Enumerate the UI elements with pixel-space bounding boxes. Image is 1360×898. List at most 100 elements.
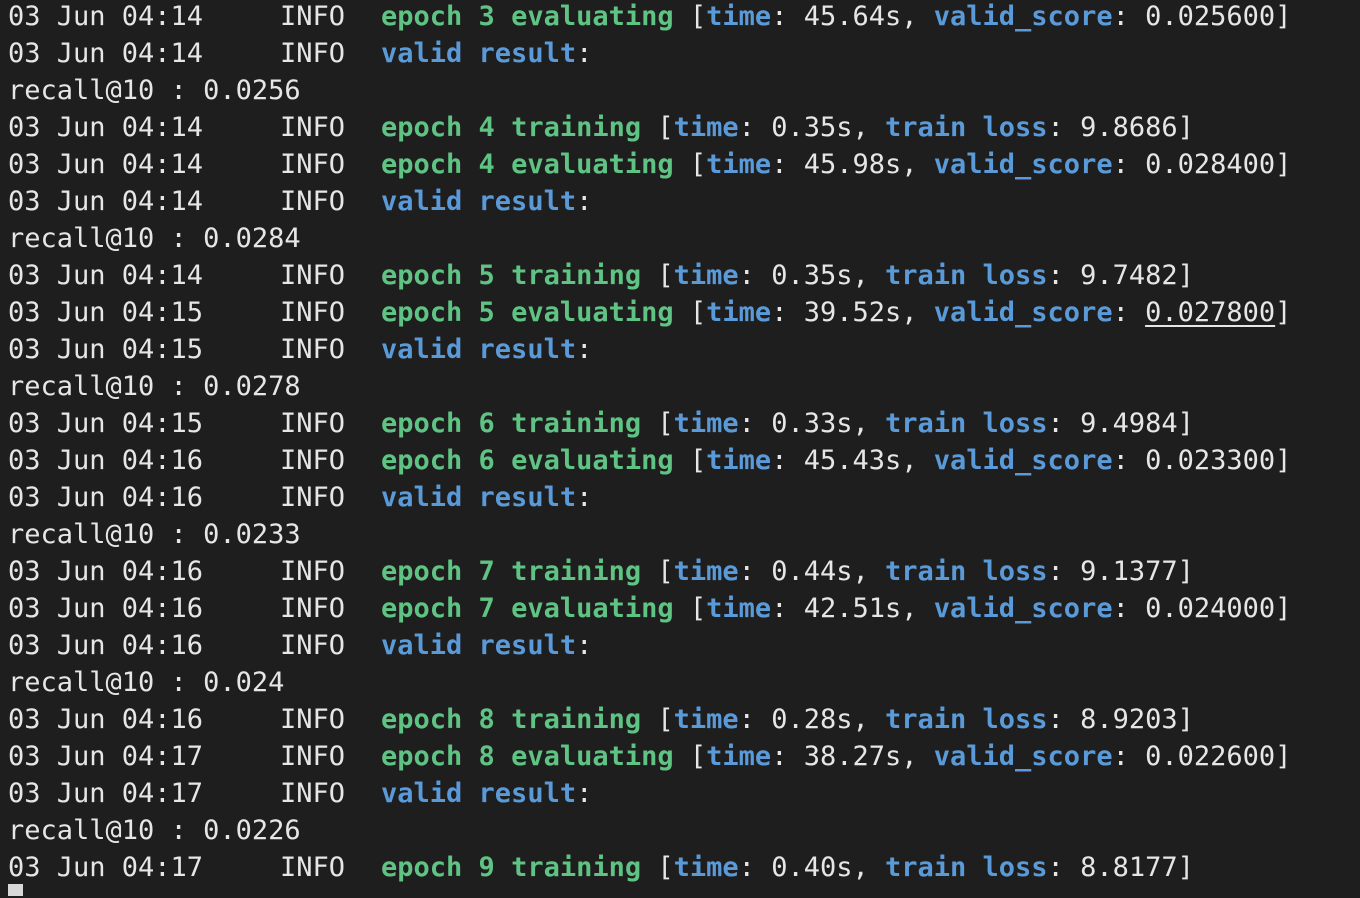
keyword-epoch: epoch — [381, 112, 463, 143]
keyword-train-loss: train loss — [884, 852, 1048, 883]
log-level: INFO — [280, 297, 346, 328]
log-line: 03 Jun 04:15 INFO epoch 5 evaluating [time… — [8, 294, 1360, 331]
epoch-number: 7 — [478, 556, 495, 587]
keyword-valid: valid — [381, 482, 463, 513]
log-level: INFO — [280, 408, 346, 439]
log-line: 03 Jun 04:16 INFO epoch 7 evaluating [time… — [8, 590, 1360, 627]
time-value: 45.43s — [803, 445, 902, 476]
log-line: 03 Jun 04:15 INFO valid result: — [8, 331, 1360, 368]
phase-label: evaluating — [511, 741, 674, 772]
valid-score-value: 0.024000 — [1145, 593, 1276, 624]
log-level: INFO — [280, 482, 346, 513]
keyword-result: result — [478, 334, 577, 365]
phase-label: training — [511, 556, 642, 587]
recall-text: recall@10 : 0.0284 — [8, 223, 301, 254]
epoch-number: 8 — [478, 704, 495, 735]
time-value: 0.35s — [771, 112, 853, 143]
log-line: 03 Jun 04:16 INFO epoch 7 training [time: … — [8, 553, 1360, 590]
recall-text: recall@10 : 0.024 — [8, 667, 285, 698]
log-line: 03 Jun 04:17 INFO valid result: — [8, 775, 1360, 812]
loss-value: 9.7482 — [1080, 260, 1178, 291]
keyword-time: time — [706, 445, 772, 476]
keyword-valid: valid — [381, 186, 463, 217]
recall-text: recall@10 : 0.0256 — [8, 75, 301, 106]
keyword-valid-score: valid_score — [933, 1, 1113, 32]
loss-value: 8.9203 — [1080, 704, 1178, 735]
keyword-result: result — [478, 38, 577, 69]
epoch-number: 5 — [478, 297, 495, 328]
keyword-time: time — [706, 149, 772, 180]
log-level: INFO — [280, 1, 346, 32]
valid-score-value: 0.025600 — [1145, 1, 1276, 32]
keyword-valid: valid — [381, 778, 463, 809]
keyword-epoch: epoch — [381, 408, 463, 439]
log-line: 03 Jun 04:14 INFO epoch 3 evaluating [time… — [8, 0, 1360, 35]
keyword-time: time — [673, 852, 739, 883]
epoch-number: 6 — [478, 408, 495, 439]
epoch-number: 7 — [478, 593, 495, 624]
keyword-time: time — [706, 593, 772, 624]
time-value: 45.98s — [803, 149, 902, 180]
keyword-epoch: epoch — [381, 260, 463, 291]
keyword-time: time — [706, 297, 772, 328]
keyword-time: time — [706, 741, 772, 772]
keyword-epoch: epoch — [381, 556, 463, 587]
timestamp: 03 Jun 04:17 — [8, 852, 204, 883]
keyword-valid: valid — [381, 334, 463, 365]
keyword-result: result — [478, 186, 577, 217]
timestamp: 03 Jun 04:16 — [8, 445, 204, 476]
phase-label: training — [511, 704, 642, 735]
timestamp: 03 Jun 04:14 — [8, 260, 204, 291]
log-line: recall@10 : 0.0233 — [8, 516, 1360, 553]
log-line: recall@10 : 0.0278 — [8, 368, 1360, 405]
timestamp: 03 Jun 04:14 — [8, 149, 204, 180]
timestamp: 03 Jun 04:16 — [8, 704, 204, 735]
loss-value: 9.8686 — [1080, 112, 1178, 143]
loss-value: 8.8177 — [1080, 852, 1178, 883]
keyword-epoch: epoch — [381, 297, 463, 328]
time-value: 0.33s — [771, 408, 853, 439]
keyword-train-loss: train loss — [884, 260, 1048, 291]
log-output: 03 Jun 04:14 INFO epoch 3 evaluating [time… — [8, 0, 1360, 886]
log-line: 03 Jun 04:14 INFO valid result: — [8, 35, 1360, 72]
timestamp: 03 Jun 04:14 — [8, 186, 204, 217]
phase-label: training — [511, 260, 642, 291]
log-level: INFO — [280, 112, 346, 143]
timestamp: 03 Jun 04:15 — [8, 297, 204, 328]
phase-label: evaluating — [511, 593, 674, 624]
keyword-valid-score: valid_score — [933, 149, 1113, 180]
epoch-number: 9 — [478, 852, 495, 883]
timestamp: 03 Jun 04:15 — [8, 408, 204, 439]
log-level: INFO — [280, 852, 346, 883]
epoch-number: 4 — [478, 149, 495, 180]
timestamp: 03 Jun 04:14 — [8, 38, 204, 69]
keyword-epoch: epoch — [381, 593, 463, 624]
log-line: 03 Jun 04:15 INFO epoch 6 training [time: … — [8, 405, 1360, 442]
keyword-epoch: epoch — [381, 852, 463, 883]
log-level: INFO — [280, 186, 346, 217]
timestamp: 03 Jun 04:17 — [8, 778, 204, 809]
recall-text: recall@10 : 0.0278 — [8, 371, 301, 402]
terminal-window[interactable]: 03 Jun 04:14 INFO epoch 3 evaluating [time… — [0, 0, 1360, 896]
keyword-train-loss: train loss — [884, 408, 1048, 439]
keyword-epoch: epoch — [381, 704, 463, 735]
log-level: INFO — [280, 149, 346, 180]
log-line: 03 Jun 04:14 INFO epoch 4 evaluating [time… — [8, 146, 1360, 183]
keyword-result: result — [478, 778, 577, 809]
log-line: 03 Jun 04:16 INFO epoch 8 training [time: … — [8, 701, 1360, 738]
keyword-time: time — [673, 260, 739, 291]
phase-label: training — [511, 408, 642, 439]
log-line: 03 Jun 04:17 INFO epoch 8 evaluating [time… — [8, 738, 1360, 775]
log-level: INFO — [280, 445, 346, 476]
phase-label: evaluating — [511, 445, 674, 476]
keyword-train-loss: train loss — [884, 556, 1048, 587]
loss-value: 9.1377 — [1080, 556, 1178, 587]
log-line: recall@10 : 0.0284 — [8, 220, 1360, 257]
timestamp: 03 Jun 04:14 — [8, 112, 204, 143]
keyword-time: time — [673, 704, 739, 735]
keyword-valid-score: valid_score — [933, 593, 1113, 624]
keyword-result: result — [478, 630, 577, 661]
timestamp: 03 Jun 04:16 — [8, 593, 204, 624]
log-line: recall@10 : 0.0256 — [8, 72, 1360, 109]
timestamp: 03 Jun 04:16 — [8, 630, 204, 661]
